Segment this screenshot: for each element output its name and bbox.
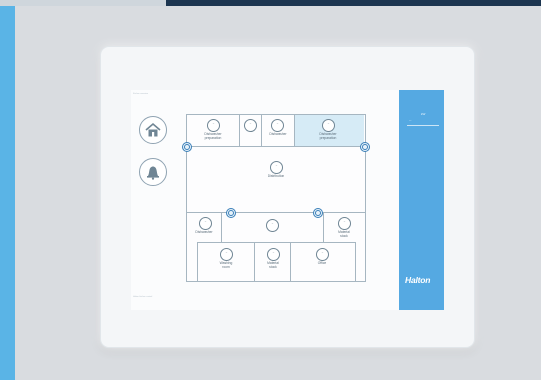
- room-label: Dishwasher: [195, 230, 213, 234]
- room-gauge[interactable]: --: [199, 217, 212, 230]
- side-panel: kW — Halton: [399, 90, 444, 310]
- room-gauge[interactable]: --: [220, 248, 233, 261]
- room-label: Dishwasher preparation: [204, 132, 222, 140]
- wall: [187, 212, 365, 213]
- wall: [294, 115, 295, 146]
- room-gauge[interactable]: --: [207, 119, 220, 132]
- side-panel-field-value: —: [409, 119, 412, 122]
- bell-icon: [147, 166, 159, 180]
- side-panel-label: kW: [421, 112, 426, 116]
- home-icon: [145, 122, 161, 137]
- screen-caption-top: Kitchen overview: [133, 93, 149, 95]
- gauge-value: --: [225, 252, 228, 254]
- door-sensor-icon[interactable]: [182, 142, 192, 152]
- gauge-value: --: [321, 252, 324, 254]
- screen-caption-bottom: Halton kitchen control: [133, 296, 153, 298]
- halton-logo: Halton: [405, 275, 431, 285]
- wall: [197, 242, 355, 243]
- wall: [197, 242, 198, 281]
- room-gauge[interactable]: --: [316, 248, 329, 261]
- wall: [254, 242, 255, 281]
- door-sensor-icon[interactable]: [226, 208, 236, 218]
- gauge-value: --: [212, 123, 215, 125]
- home-button[interactable]: [139, 116, 167, 144]
- room-gauge[interactable]: --: [322, 119, 335, 132]
- room-label: Washing room: [219, 261, 233, 269]
- gauge-value: --: [327, 123, 330, 125]
- room-gauge[interactable]: --: [267, 248, 280, 261]
- side-panel-field[interactable]: —: [407, 118, 439, 126]
- room-label: Dishwasher preparation: [319, 132, 337, 140]
- room-gauge[interactable]: --: [271, 119, 284, 132]
- alarm-button[interactable]: [139, 158, 167, 186]
- touch-panel-device: Kitchen overview Halton kitchen control: [100, 46, 475, 348]
- wall-top-band: [0, 0, 166, 6]
- room-label: Material stock: [338, 230, 350, 238]
- room-label: Material stock: [267, 261, 279, 269]
- room-gauge[interactable]: --: [244, 119, 257, 132]
- room-gauge[interactable]: --: [270, 161, 283, 174]
- wall: [323, 212, 324, 242]
- wall: [239, 115, 240, 146]
- gauge-value: --: [276, 123, 279, 125]
- wall: [261, 115, 262, 146]
- wall: [355, 242, 356, 281]
- floor-plan: -- Dishwasher preparation -- -- Dishwash…: [182, 114, 370, 282]
- gauge-value: --: [249, 123, 252, 125]
- touch-screen: Kitchen overview Halton kitchen control: [131, 90, 444, 310]
- wall: [221, 212, 222, 242]
- wall-top-dark-band: [166, 0, 541, 6]
- room-label: Distribution: [267, 174, 285, 178]
- wall: [290, 242, 291, 281]
- gauge-value: --: [275, 165, 278, 167]
- gauge-value: --: [271, 223, 274, 225]
- room-gauge[interactable]: --: [338, 217, 351, 230]
- gauge-value: --: [343, 221, 346, 223]
- wall: [187, 146, 365, 147]
- wall-accent-strip: [0, 6, 15, 380]
- door-sensor-icon[interactable]: [313, 208, 323, 218]
- door-sensor-icon[interactable]: [360, 142, 370, 152]
- room-label: Office: [317, 261, 327, 265]
- gauge-value: --: [204, 221, 207, 223]
- room-gauge[interactable]: --: [266, 219, 279, 232]
- room-label: Dishwasher: [269, 132, 287, 136]
- gauge-value: --: [272, 252, 275, 254]
